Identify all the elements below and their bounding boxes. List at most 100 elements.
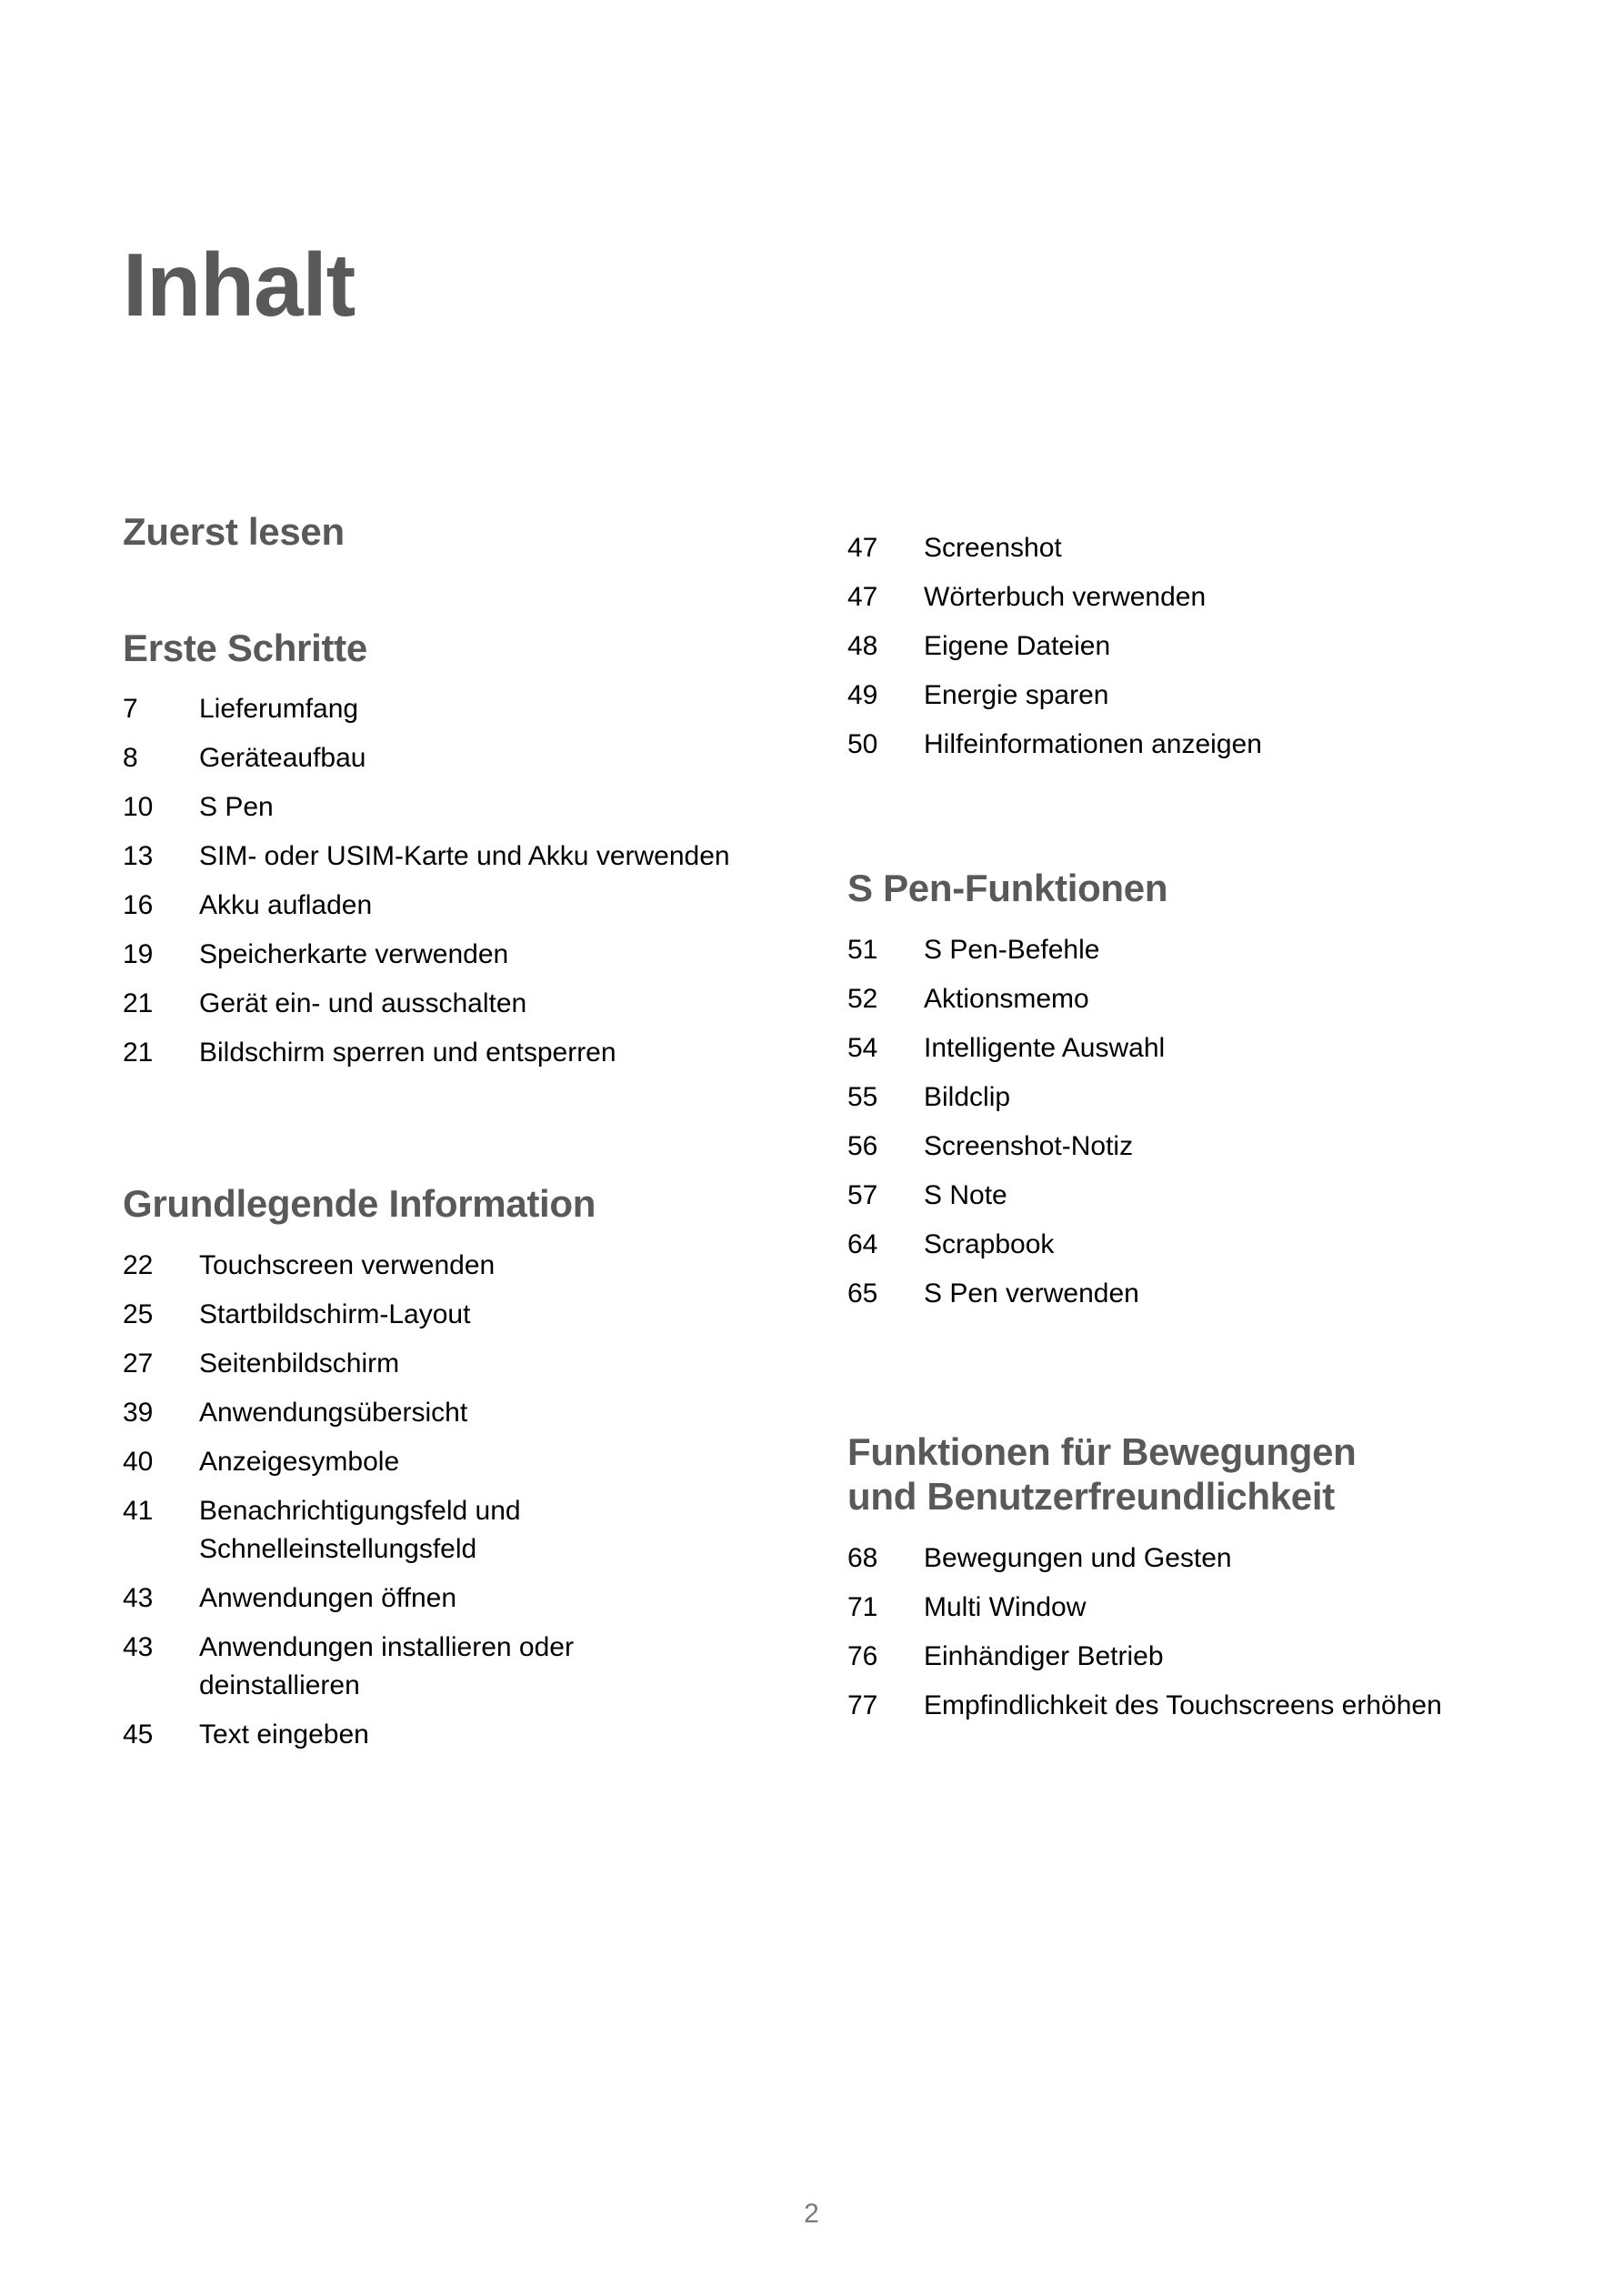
toc-entry-title: Einhändiger Betrieb [924, 1640, 1164, 1671]
toc-entry-title: Aktionsmemo [924, 983, 1089, 1014]
toc-entry-title: Anwendungen öffnen [199, 1582, 457, 1613]
toc-entry-title: Eigene Dateien [924, 631, 1111, 661]
toc-entry-page-number: 47 [847, 582, 878, 612]
toc-entry-page-number: 19 [123, 939, 154, 970]
toc-entry[interactable]: 25 Startbildschirm-Layout [123, 1296, 796, 1334]
toc-entry[interactable]: 51 S Pen-Befehle [847, 931, 1520, 969]
toc-entry[interactable]: 50 Hilfeinformationen anzeigen [847, 726, 1520, 764]
toc-entry[interactable]: 48 Eigene Dateien [847, 627, 1520, 666]
toc-entry-title: Hilfeinformationen anzeigen [924, 729, 1262, 759]
toc-entry[interactable]: 47 Screenshot [847, 529, 1520, 567]
toc-entry[interactable]: 52 Aktionsmemo [847, 980, 1520, 1018]
toc-entry-title: Anwendungen installieren oder deinstalli… [199, 1631, 574, 1700]
toc-entry-list: 7 Lieferumfang 8 Geräteaufbau 10 S Pen 13 SIM- … [123, 690, 796, 1072]
toc-entry[interactable]: 19 Speicherkarte verwenden [123, 936, 796, 974]
toc-section: 47 Screenshot 47 Wörterbuch verwenden 48 Eige… [847, 529, 1520, 764]
toc-entry-title: S Pen [199, 792, 274, 823]
toc-entry-page-number: 68 [847, 1542, 878, 1573]
toc-entry-page-number: 41 [123, 1495, 154, 1526]
toc-entry-page-number: 7 [123, 694, 138, 725]
toc-entry[interactable]: 65 S Pen verwenden [847, 1275, 1520, 1313]
toc-page: Inhalt Zuerst lesen Erste Schritte 7 Liefer… [0, 0, 1623, 2296]
toc-entry[interactable]: 39 Anwendungsübersicht [123, 1394, 796, 1432]
toc-entry[interactable]: 16 Akku aufladen [123, 887, 796, 925]
toc-entry[interactable]: 47 Wörterbuch verwenden [847, 578, 1520, 617]
toc-entry-title: Bewegungen und Gesten [924, 1542, 1232, 1573]
page-title: Inhalt [123, 234, 356, 335]
toc-entry[interactable]: 54 Intelligente Auswahl [847, 1029, 1520, 1068]
toc-entry-page-number: 76 [847, 1640, 878, 1671]
toc-entry-title: Benachrichtigungsfeld und Schnelleinstel… [199, 1495, 521, 1564]
toc-entry[interactable]: 77 Empfindlichkeit des Touchscreens erhöh… [847, 1687, 1520, 1725]
toc-entry[interactable]: 76 Einhändiger Betrieb [847, 1638, 1520, 1676]
toc-section: Grundlegende Information 22 Touchscreen ve… [123, 1181, 796, 1754]
toc-entry[interactable]: 21 Bildschirm sperren und entsperren [123, 1034, 796, 1072]
toc-entry[interactable]: 7 Lieferumfang [123, 690, 796, 728]
toc-entry-page-number: 21 [123, 1038, 154, 1068]
toc-section: S Pen-Funktionen 51 S Pen-Befehle 52 Aktions… [847, 866, 1520, 1313]
toc-entry[interactable]: 68 Bewegungen und Gesten [847, 1539, 1520, 1578]
toc-entry[interactable]: 22 Touchscreen verwenden [123, 1247, 796, 1285]
toc-entry-page-number: 51 [847, 934, 878, 965]
toc-entry-title: Screenshot-Notiz [924, 1130, 1134, 1161]
toc-entry-page-number: 8 [123, 743, 138, 774]
toc-entry[interactable]: 43 Anwendungen öffnen [123, 1579, 796, 1618]
toc-entry-list: 68 Bewegungen und Gesten 71 Multi Window 76 E… [847, 1539, 1520, 1725]
toc-entry-page-number: 25 [123, 1298, 154, 1329]
toc-entry-title: Text eingeben [199, 1719, 369, 1750]
toc-section-heading: Funktionen für Bewegungen und Benutzerfr… [847, 1429, 1357, 1519]
toc-entry[interactable]: 21 Gerät ein- und ausschalten [123, 985, 796, 1023]
toc-entry[interactable]: 43 Anwendungen installieren oder deinstal… [123, 1629, 796, 1705]
toc-entry-list: 22 Touchscreen verwenden 25 Startbildschirm… [123, 1247, 796, 1754]
toc-section: Funktionen für Bewegungen und Benutzerfr… [847, 1429, 1520, 1725]
toc-entry-page-number: 54 [847, 1032, 878, 1063]
toc-column-right: 47 Screenshot 47 Wörterbuch verwenden 48 Eige… [847, 509, 1520, 1736]
toc-entry-title: S Pen-Befehle [924, 934, 1100, 965]
toc-entry-page-number: 47 [847, 533, 878, 563]
toc-entry-title: Scrapbook [924, 1228, 1055, 1259]
toc-entry-page-number: 50 [847, 729, 878, 759]
toc-entry[interactable]: 27 Seitenbildschirm [123, 1345, 796, 1383]
toc-entry[interactable]: 40 Anzeigesymbole [123, 1443, 796, 1481]
toc-entry-page-number: 39 [123, 1397, 154, 1428]
toc-entry[interactable]: 45 Text eingeben [123, 1716, 796, 1754]
toc-entry-page-number: 52 [847, 983, 878, 1014]
toc-entry-title: Screenshot [924, 533, 1062, 563]
toc-entry-page-number: 21 [123, 988, 154, 1019]
toc-entry-title: Anwendungsübersicht [199, 1397, 468, 1428]
toc-entry-page-number: 45 [123, 1719, 154, 1750]
toc-entry[interactable]: 10 S Pen [123, 788, 796, 827]
toc-section-heading: S Pen-Funktionen [847, 867, 1168, 909]
toc-entry-list: 47 Screenshot 47 Wörterbuch verwenden 48 Eige… [847, 529, 1520, 764]
toc-section-heading: Zuerst lesen [123, 510, 345, 553]
toc-entry[interactable]: 55 Bildclip [847, 1078, 1520, 1117]
toc-entry[interactable]: 64 Scrapbook [847, 1226, 1520, 1264]
toc-entry[interactable]: 57 S Note [847, 1177, 1520, 1215]
toc-entry-title: Gerät ein- und ausschalten [199, 988, 527, 1019]
toc-entry-page-number: 48 [847, 631, 878, 661]
toc-entry[interactable]: 71 Multi Window [847, 1589, 1520, 1627]
toc-entry[interactable]: 13 SIM- oder USIM-Karte und Akku verwende… [123, 837, 796, 876]
toc-entry-title: Wörterbuch verwenden [924, 582, 1207, 612]
toc-entry-page-number: 16 [123, 890, 154, 921]
toc-entry[interactable]: 56 Screenshot-Notiz [847, 1128, 1520, 1166]
toc-entry-page-number: 10 [123, 792, 154, 823]
toc-entry-title: Touchscreen verwenden [199, 1249, 496, 1280]
toc-entry[interactable]: 49 Energie sparen [847, 677, 1520, 715]
toc-entry-title: Seitenbildschirm [199, 1348, 400, 1379]
toc-entry-page-number: 64 [847, 1228, 878, 1259]
toc-entry-page-number: 49 [847, 680, 878, 710]
toc-entry-title: Bildschirm sperren und entsperren [199, 1038, 616, 1068]
toc-entry[interactable]: 8 Geräteaufbau [123, 739, 796, 777]
toc-entry-title: Multi Window [924, 1591, 1087, 1622]
toc-entry[interactable]: 41 Benachrichtigungsfeld und Schnelleinst… [123, 1492, 796, 1569]
toc-entry-page-number: 57 [847, 1179, 878, 1210]
toc-entry-title: Startbildschirm-Layout [199, 1298, 471, 1329]
toc-section-heading: Grundlegende Information [123, 1182, 596, 1226]
toc-entry-page-number: 65 [847, 1278, 878, 1308]
toc-entry-page-number: 43 [123, 1631, 154, 1662]
toc-entry-page-number: 71 [847, 1591, 878, 1622]
toc-section-heading: Erste Schritte [123, 626, 367, 669]
toc-entry-page-number: 40 [123, 1446, 154, 1477]
toc-entry-title: Anzeigesymbole [199, 1446, 400, 1477]
